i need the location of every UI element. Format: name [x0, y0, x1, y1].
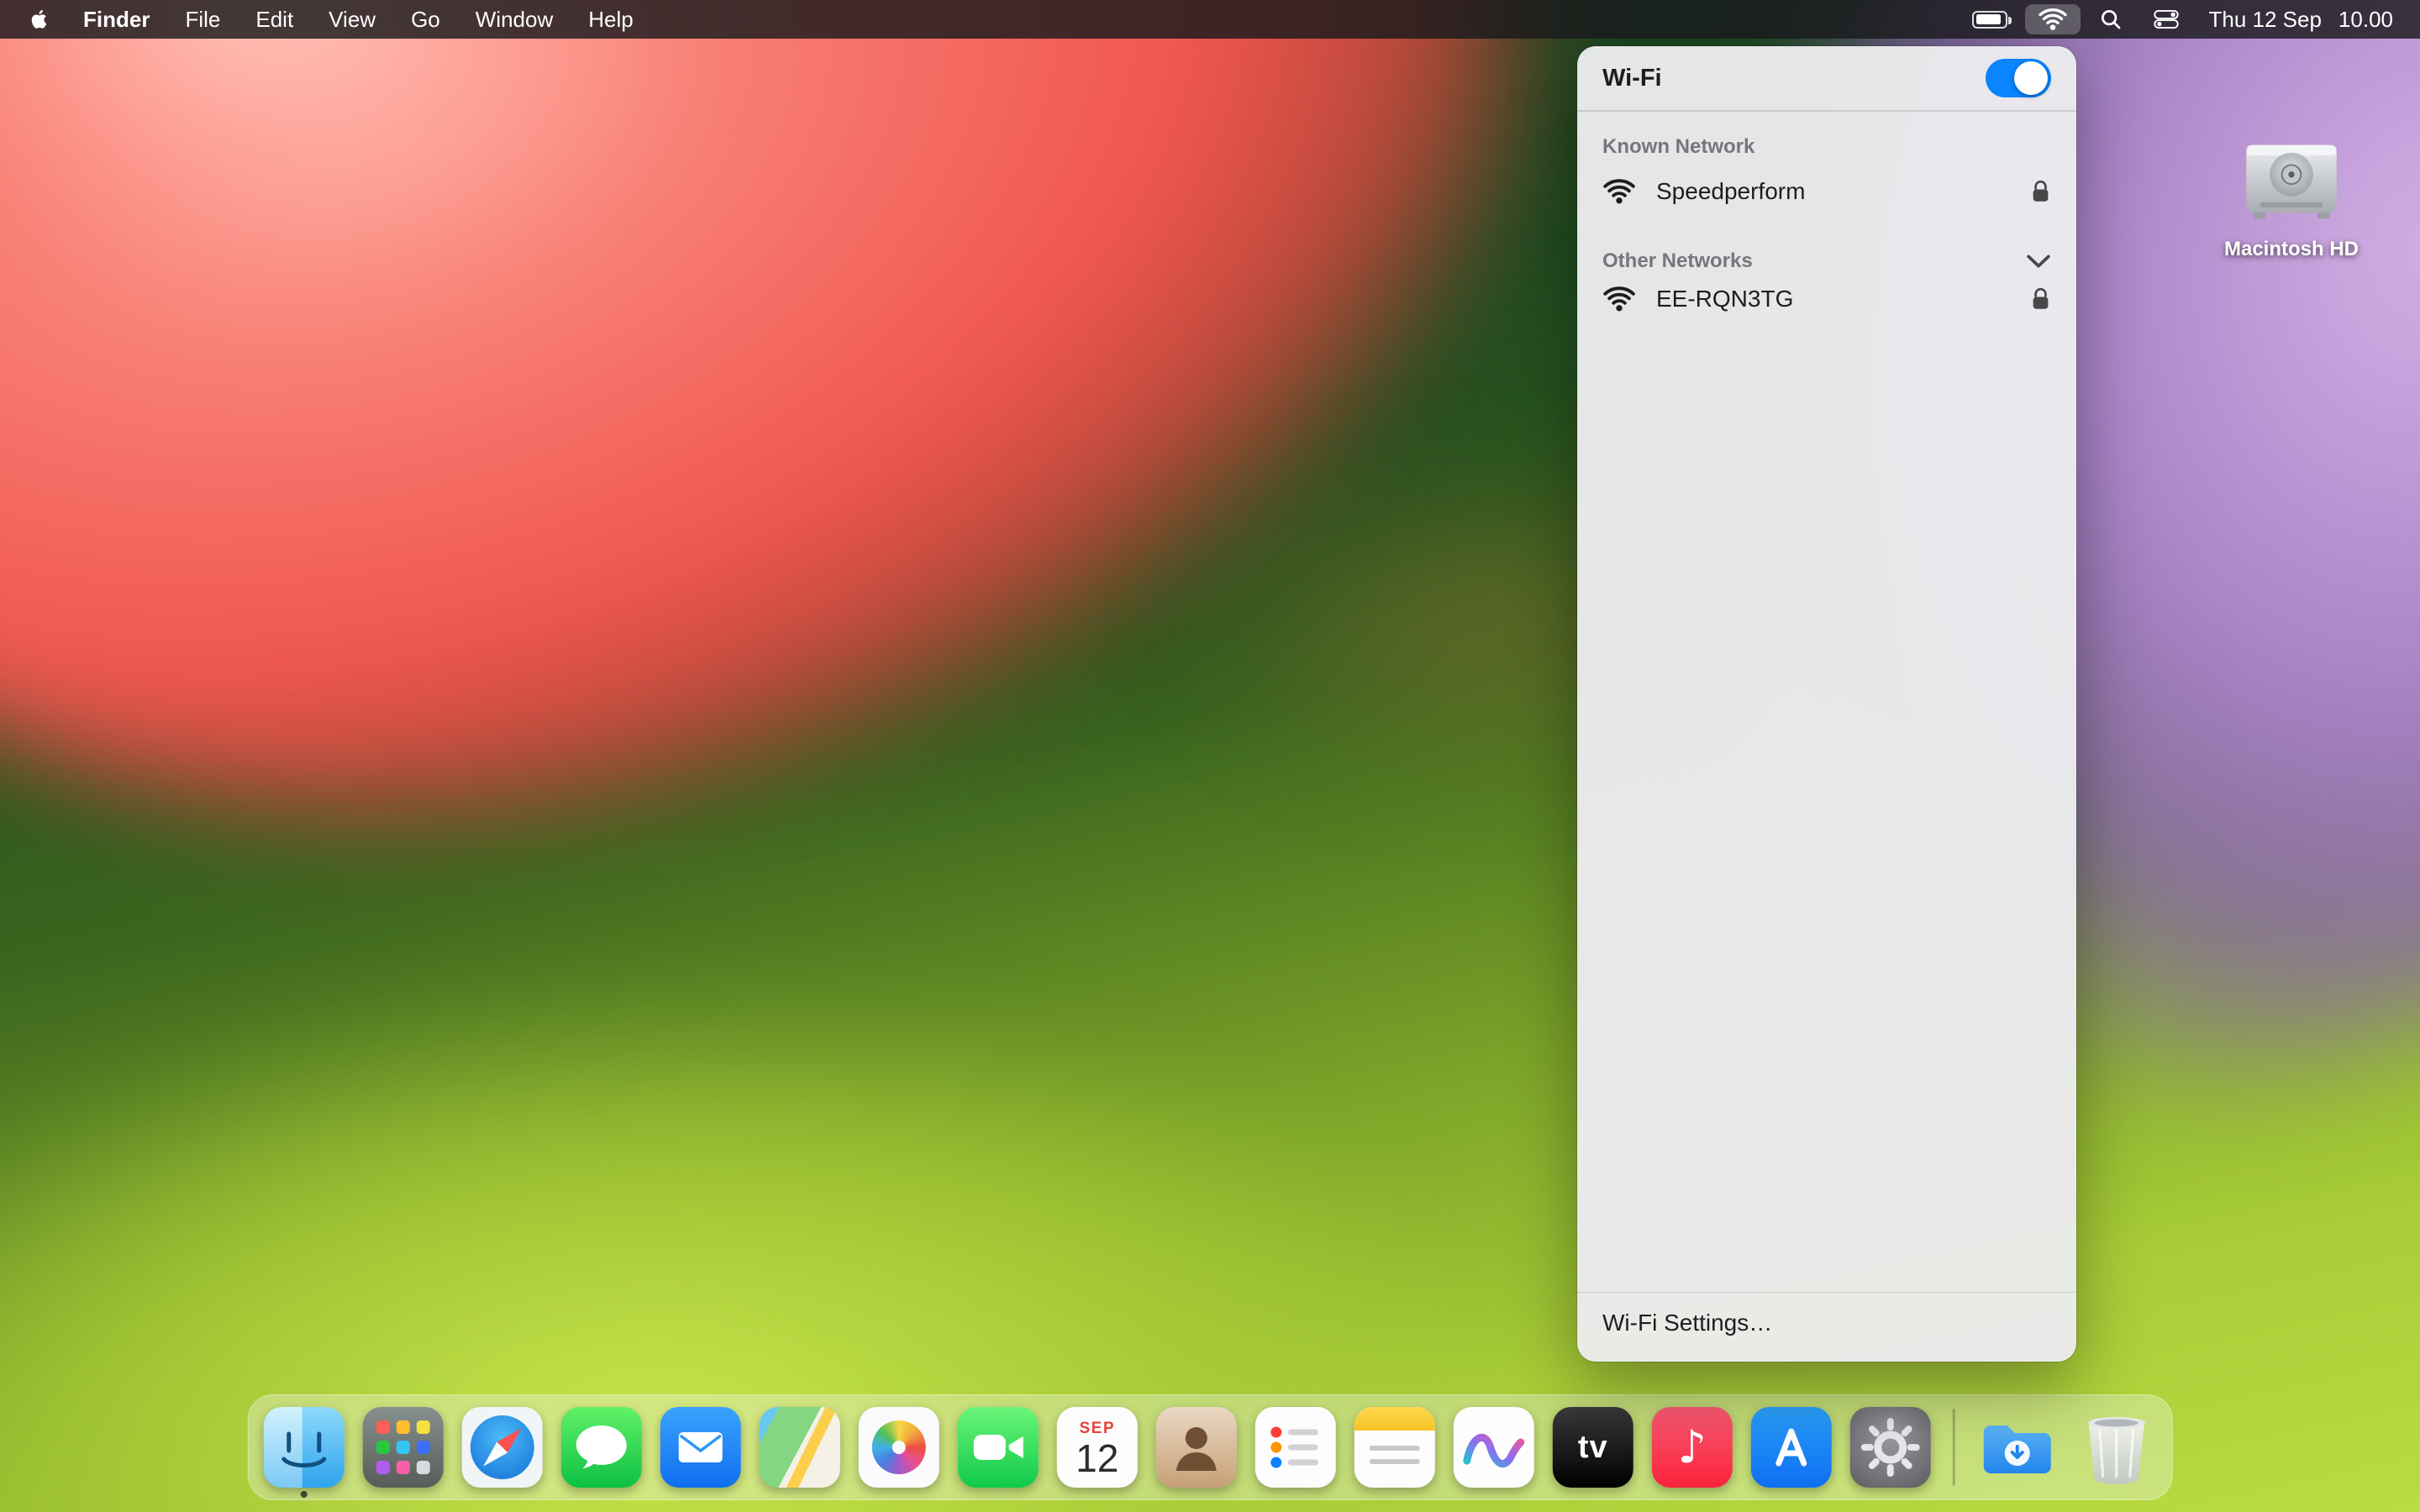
- photos-icon: [859, 1407, 939, 1488]
- chevron-down-icon[interactable]: [2026, 254, 2051, 269]
- dock-item-notes[interactable]: [1355, 1407, 1435, 1488]
- control-center-icon: [2154, 7, 2179, 32]
- downloads-folder-icon: [1976, 1407, 2057, 1488]
- dock-item-contacts[interactable]: [1156, 1407, 1237, 1488]
- apple-logo-icon: [29, 7, 50, 32]
- freeform-icon: [1454, 1407, 1534, 1488]
- running-indicator: [301, 1491, 308, 1498]
- wifi-icon: [2038, 8, 2068, 31]
- menu-item-go[interactable]: Go: [393, 0, 458, 39]
- network-name: EE-RQN3TG: [1656, 286, 2010, 312]
- launchpad-icon: [363, 1407, 444, 1488]
- dock-item-tv[interactable]: tv: [1553, 1407, 1634, 1488]
- clock-date: Thu 12 Sep: [2208, 7, 2321, 33]
- popover-spacer: [1577, 325, 2076, 1292]
- other-networks-header: Other Networks: [1602, 249, 1753, 273]
- wifi-toggle[interactable]: [1986, 59, 2051, 97]
- network-row-speedperform[interactable]: Speedperform: [1602, 165, 2051, 218]
- facetime-icon: [958, 1407, 1039, 1488]
- calendar-icon: SEP 12: [1057, 1407, 1138, 1488]
- dock-item-calendar[interactable]: SEP 12: [1057, 1407, 1138, 1488]
- network-row-ee-rqn3tg[interactable]: EE-RQN3TG: [1602, 273, 2051, 325]
- dock-item-appstore[interactable]: [1751, 1407, 1832, 1488]
- dock-item-facetime[interactable]: [958, 1407, 1039, 1488]
- music-icon: ♪: [1652, 1407, 1733, 1488]
- system-settings-icon: [1850, 1407, 1931, 1488]
- dock-item-downloads[interactable]: [1976, 1407, 2057, 1488]
- dock-item-reminders[interactable]: [1255, 1407, 1336, 1488]
- control-center[interactable]: [2141, 4, 2191, 34]
- hard-drive-icon: [2239, 131, 2344, 230]
- music-note-glyph: ♪: [1678, 1425, 1707, 1470]
- dock-divider: [1953, 1409, 1955, 1486]
- volume-label: Macintosh HD: [2199, 238, 2384, 261]
- battery-icon: [1972, 11, 2007, 29]
- menu-bar-left: Finder File Edit View Go Window Help: [22, 0, 651, 39]
- tv-label: tv: [1578, 1430, 1608, 1466]
- wifi-networks-section: Known Network Speedperform Other Network…: [1577, 112, 2076, 325]
- wifi-settings-label: Wi-Fi Settings…: [1602, 1310, 1772, 1336]
- menu-bar: Finder File Edit View Go Window Help: [0, 0, 2420, 39]
- mail-icon: [660, 1407, 741, 1488]
- wifi-signal-icon: [1602, 286, 1636, 312]
- menu-item-file[interactable]: File: [167, 0, 238, 39]
- toggle-knob: [2014, 61, 2048, 95]
- wifi-popover-header: Wi-Fi: [1577, 46, 2076, 110]
- wifi-status[interactable]: [2025, 4, 2081, 34]
- dock-item-mail[interactable]: [660, 1407, 741, 1488]
- menu-bar-status-area: Thu 12 Sep 10.00: [1960, 0, 2398, 39]
- battery-status[interactable]: [1960, 4, 2020, 34]
- dock-item-music[interactable]: ♪: [1652, 1407, 1733, 1488]
- maps-icon: [760, 1407, 840, 1488]
- dock: SEP 12: [248, 1394, 2173, 1500]
- search-icon: [2098, 7, 2123, 32]
- apple-tv-icon: tv: [1553, 1407, 1634, 1488]
- other-networks-header-row[interactable]: Other Networks: [1602, 249, 2051, 273]
- dock-item-maps[interactable]: [760, 1407, 840, 1488]
- reminders-icon: [1255, 1407, 1336, 1488]
- menu-item-view[interactable]: View: [311, 0, 393, 39]
- dock-item-safari[interactable]: [462, 1407, 543, 1488]
- macintosh-hd-desktop-icon[interactable]: Macintosh HD: [2199, 131, 2384, 261]
- menu-item-help[interactable]: Help: [571, 0, 650, 39]
- trash-icon: [2075, 1407, 2156, 1488]
- finder-icon: [264, 1407, 345, 1488]
- menu-item-finder[interactable]: Finder: [66, 0, 167, 39]
- dock-item-photos[interactable]: [859, 1407, 939, 1488]
- network-name: Speedperform: [1656, 178, 2010, 205]
- dock-item-finder[interactable]: [264, 1407, 345, 1488]
- menu-item-edit[interactable]: Edit: [238, 0, 311, 39]
- wifi-signal-icon: [1602, 178, 1636, 205]
- notes-icon: [1355, 1407, 1435, 1488]
- wifi-popover: Wi-Fi Known Network Speedperform Other N…: [1577, 46, 2076, 1362]
- lock-icon: [2030, 286, 2051, 312]
- calendar-month: SEP: [1079, 1420, 1115, 1438]
- contacts-icon: [1156, 1407, 1237, 1488]
- menu-bar-clock[interactable]: Thu 12 Sep 10.00: [2196, 7, 2398, 33]
- dock-item-freeform[interactable]: [1454, 1407, 1534, 1488]
- spotlight-search[interactable]: [2086, 4, 2136, 34]
- lock-icon: [2030, 178, 2051, 205]
- messages-icon: [561, 1407, 642, 1488]
- calendar-day: 12: [1076, 1438, 1118, 1478]
- dock-item-messages[interactable]: [561, 1407, 642, 1488]
- clock-time: 10.00: [2338, 7, 2393, 33]
- gear-icon: [1850, 1407, 1931, 1488]
- wifi-settings-button[interactable]: Wi-Fi Settings…: [1577, 1293, 2076, 1362]
- app-store-icon: [1751, 1407, 1832, 1488]
- apple-menu[interactable]: [22, 0, 66, 39]
- dock-item-system-settings[interactable]: [1850, 1407, 1931, 1488]
- wifi-title: Wi-Fi: [1602, 65, 1662, 92]
- menu-item-window[interactable]: Window: [458, 0, 571, 39]
- known-network-header: Known Network: [1602, 135, 2051, 159]
- dock-item-launchpad[interactable]: [363, 1407, 444, 1488]
- safari-icon: [462, 1407, 543, 1488]
- dock-item-trash[interactable]: [2075, 1407, 2156, 1488]
